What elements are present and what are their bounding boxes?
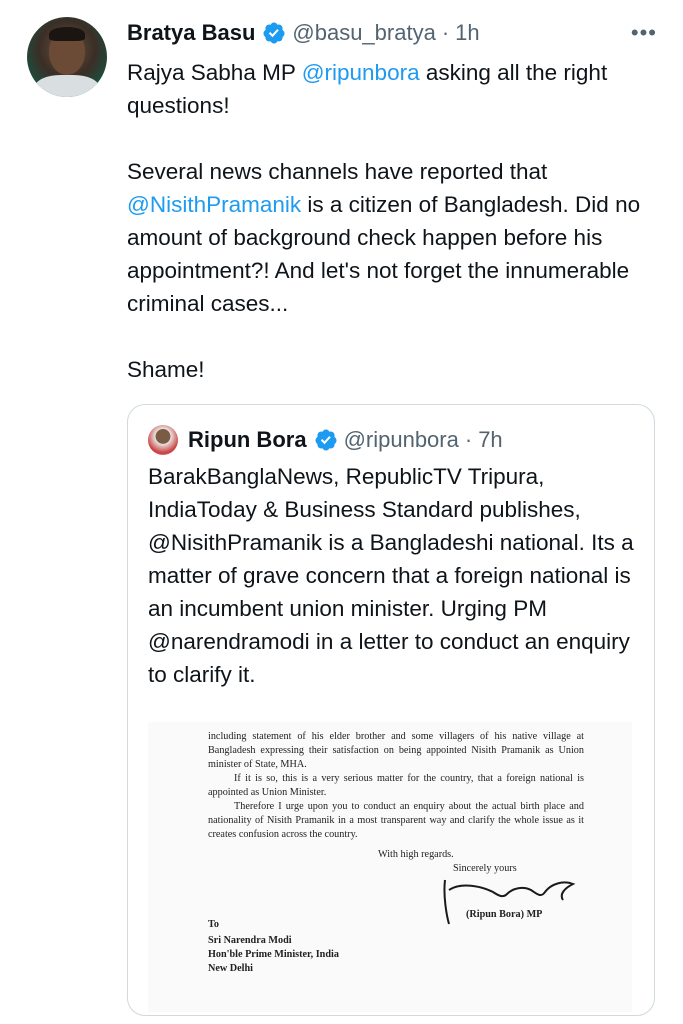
tweet-text: Rajya Sabha MP @ripunbora asking all the… bbox=[127, 56, 657, 386]
letter-paragraph: Therefore I urge upon you to conduct an … bbox=[208, 801, 584, 840]
avatar-hair bbox=[49, 27, 85, 41]
letter-image[interactable]: including statement of his elder brother… bbox=[148, 722, 632, 1012]
quoted-author-handle[interactable]: @ripunbora bbox=[344, 427, 459, 453]
quoted-tweet-header: Ripun Bora @ripunbora · 7h bbox=[148, 425, 503, 455]
letter-regards: With high regards. bbox=[378, 849, 454, 860]
quoted-tweet-text: BarakBanglaNews, RepublicTV Tripura, Ind… bbox=[148, 464, 634, 687]
tweet-paragraph-3: Shame! bbox=[127, 357, 205, 382]
author-avatar[interactable] bbox=[27, 17, 107, 97]
verified-badge-icon bbox=[315, 429, 337, 451]
letter-paragraph: including statement of his elder brother… bbox=[208, 731, 584, 770]
author-handle[interactable]: @basu_bratya bbox=[292, 20, 435, 46]
verified-badge-icon bbox=[263, 22, 285, 44]
tweet-header: Bratya Basu @basu_bratya · 1h bbox=[127, 18, 480, 48]
quoted-tweet-timestamp[interactable]: 7h bbox=[478, 427, 502, 453]
more-options-icon[interactable]: ••• bbox=[631, 20, 657, 46]
letter-address: Sri Narendra Modi Hon'ble Prime Minister… bbox=[208, 934, 339, 976]
separator-dot: · bbox=[464, 427, 473, 452]
quoted-author-name[interactable]: Ripun Bora bbox=[188, 427, 307, 453]
address-line: New Delhi bbox=[208, 963, 253, 974]
letter-to: To bbox=[208, 919, 219, 930]
avatar-shirt bbox=[35, 75, 99, 97]
quoted-tweet[interactable]: Ripun Bora @ripunbora · 7h BarakBanglaNe… bbox=[127, 404, 655, 1016]
letter-body: including statement of his elder brother… bbox=[208, 730, 584, 842]
separator-dot: · bbox=[441, 20, 450, 45]
mention-link[interactable]: @ripunbora bbox=[302, 60, 420, 85]
address-line: Hon'ble Prime Minister, India bbox=[208, 949, 339, 960]
quoted-author-avatar[interactable] bbox=[148, 425, 178, 455]
mention-link[interactable]: @NisithPramanik bbox=[127, 192, 301, 217]
letter-paragraph: If it is so, this is a very serious matt… bbox=[208, 773, 584, 798]
signature-graphic bbox=[443, 879, 576, 925]
text-segment: Several news channels have reported that bbox=[127, 159, 548, 184]
tweet-timestamp[interactable]: 1h bbox=[455, 20, 479, 46]
tweet-paragraph-2: Several news channels have reported that… bbox=[127, 155, 657, 320]
letter-signatory: (Ripun Bora) MP bbox=[466, 909, 543, 920]
tweet-paragraph-1: Rajya Sabha MP @ripunbora asking all the… bbox=[127, 56, 657, 122]
author-name[interactable]: Bratya Basu bbox=[127, 20, 255, 46]
address-line: Sri Narendra Modi bbox=[208, 935, 292, 946]
text-segment: Rajya Sabha MP bbox=[127, 60, 302, 85]
